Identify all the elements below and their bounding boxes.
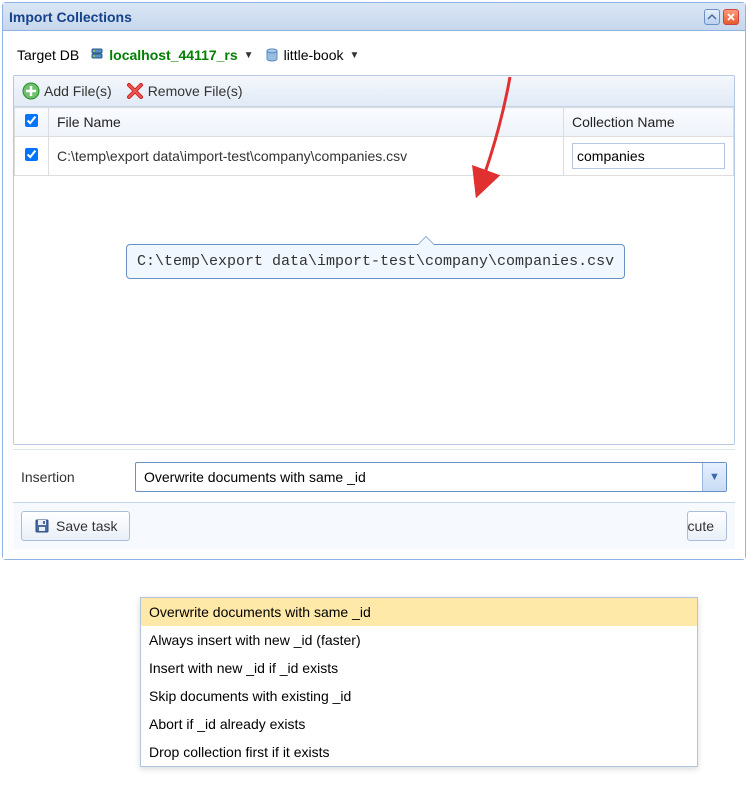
files-table: File Name Collection Name C:\temp\export… bbox=[14, 107, 734, 176]
collection-name-header: Collection Name bbox=[564, 108, 734, 137]
save-icon bbox=[34, 518, 50, 534]
insertion-row: Insertion Overwrite documents with same … bbox=[13, 449, 735, 502]
file-path-tooltip: C:\temp\export data\import-test\company\… bbox=[126, 244, 625, 279]
database-selector[interactable]: little-book ▼ bbox=[264, 47, 360, 63]
insertion-option[interactable]: Insert with new _id if _id exists bbox=[141, 654, 697, 682]
insertion-option[interactable]: Drop collection first if it exists bbox=[141, 738, 697, 766]
remove-files-button[interactable]: Remove File(s) bbox=[126, 82, 243, 100]
remove-icon bbox=[126, 82, 144, 100]
server-name: localhost_44117_rs bbox=[109, 47, 237, 63]
window-title: Import Collections bbox=[9, 9, 132, 25]
title-buttons bbox=[704, 9, 739, 25]
file-toolbar: Add File(s) Remove File(s) bbox=[14, 76, 734, 107]
check-all-checkbox[interactable] bbox=[25, 114, 38, 127]
chevron-down-icon: ▼ bbox=[244, 50, 254, 61]
dialog-content: Target DB localhost_44117_rs ▼ little-bo… bbox=[3, 31, 745, 559]
titlebar: Import Collections bbox=[3, 3, 745, 31]
save-task-label: Save task bbox=[56, 518, 117, 534]
database-name: little-book bbox=[284, 47, 344, 63]
insertion-dropdown-list: Overwrite documents with same _id Always… bbox=[140, 597, 698, 767]
insertion-combo[interactable]: Overwrite documents with same _id ▼ bbox=[135, 462, 727, 492]
row-checkbox[interactable] bbox=[25, 148, 38, 161]
server-icon bbox=[89, 47, 105, 63]
execute-button[interactable]: cute bbox=[687, 511, 727, 541]
execute-label: cute bbox=[688, 518, 714, 534]
check-all-header[interactable] bbox=[15, 108, 49, 137]
server-selector[interactable]: localhost_44117_rs ▼ bbox=[89, 47, 253, 63]
close-button[interactable] bbox=[723, 9, 739, 25]
target-db-row: Target DB localhost_44117_rs ▼ little-bo… bbox=[13, 41, 735, 75]
insertion-selected: Overwrite documents with same _id bbox=[144, 469, 366, 485]
file-path-cell[interactable]: C:\temp\export data\import-test\company\… bbox=[49, 137, 564, 176]
remove-files-label: Remove File(s) bbox=[148, 83, 243, 99]
file-name-header: File Name bbox=[49, 108, 564, 137]
import-collections-window: Import Collections Target DB localhost_4… bbox=[2, 2, 746, 560]
insertion-option[interactable]: Always insert with new _id (faster) bbox=[141, 626, 697, 654]
insertion-option[interactable]: Overwrite documents with same _id bbox=[141, 598, 697, 626]
save-task-button[interactable]: Save task bbox=[21, 511, 130, 541]
add-icon bbox=[22, 82, 40, 100]
insertion-option[interactable]: Skip documents with existing _id bbox=[141, 682, 697, 710]
collection-name-input[interactable] bbox=[572, 143, 725, 169]
blank-area bbox=[14, 176, 734, 444]
add-files-label: Add File(s) bbox=[44, 83, 112, 99]
insertion-label: Insertion bbox=[21, 469, 121, 485]
target-db-label: Target DB bbox=[17, 47, 79, 63]
database-icon bbox=[264, 47, 280, 63]
table-row[interactable]: C:\temp\export data\import-test\company\… bbox=[15, 137, 734, 176]
chevron-down-icon: ▼ bbox=[350, 50, 360, 61]
add-files-button[interactable]: Add File(s) bbox=[22, 82, 112, 100]
insertion-option[interactable]: Abort if _id already exists bbox=[141, 710, 697, 738]
collapse-button[interactable] bbox=[704, 9, 720, 25]
chevron-down-icon: ▼ bbox=[702, 463, 726, 491]
button-bar: Save task cute bbox=[13, 502, 735, 549]
